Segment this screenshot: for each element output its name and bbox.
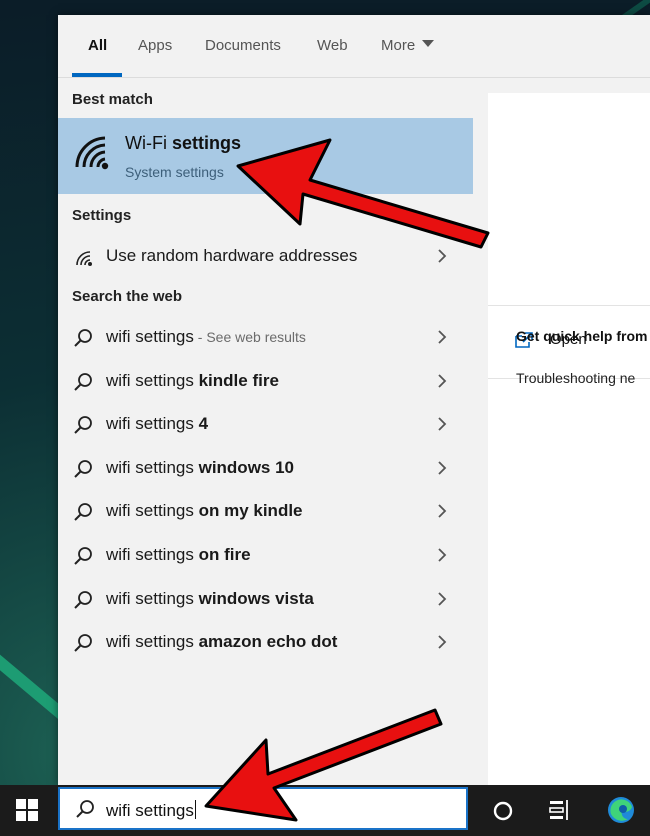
web-result-label: wifi settings windows 10 (106, 458, 294, 478)
chevron-right-icon (438, 461, 447, 475)
task-view-icon[interactable] (548, 799, 572, 821)
web-result-prefix: wifi settings (106, 414, 199, 434)
web-result-prefix: wifi settings (106, 501, 199, 521)
web-result-prefix: wifi settings (106, 370, 199, 390)
chevron-right-icon (438, 635, 447, 649)
preview-header (488, 93, 650, 306)
tab-documents[interactable]: Documents (205, 37, 281, 54)
section-search-web: Search the web (72, 288, 183, 305)
active-tab-indicator (72, 73, 122, 77)
search-panel: All Apps Documents Web More Best match W… (58, 15, 650, 785)
section-settings: Settings (72, 207, 132, 224)
web-result-item[interactable]: wifi settings - See web results (58, 316, 473, 359)
wifi-small-icon (76, 251, 92, 266)
settings-item-random-hardware[interactable]: Use random hardware addresses (58, 235, 473, 278)
chevron-right-icon (438, 504, 447, 519)
web-result-item[interactable]: wifi settings windows vista (58, 578, 473, 621)
section-best-match: Best match (72, 91, 153, 108)
web-result-label: wifi settings amazon echo dot (106, 632, 337, 652)
search-text: wifi settings (106, 801, 194, 820)
best-match-item[interactable]: Wi-Fi settings System settings (58, 118, 473, 194)
web-result-prefix: wifi settings (106, 327, 194, 346)
web-result-bold: on my kindle (198, 501, 303, 521)
web-result-bold: on fire (198, 545, 251, 564)
tab-more[interactable]: More (381, 37, 435, 54)
web-result-prefix: wifi settings (106, 632, 199, 652)
web-result-prefix: wifi settings (106, 545, 199, 564)
best-match-title: Wi-Fi settings (125, 133, 241, 154)
web-result-item[interactable]: wifi settings on my kindle (58, 490, 473, 533)
web-result-item[interactable]: wifi settings 4 (58, 403, 473, 446)
best-match-title-bold: settings (166, 133, 241, 153)
web-result-bold: windows vista (198, 588, 314, 608)
web-result-hint: - See web results (193, 329, 306, 345)
taskbar-search-input[interactable]: wifi settings (58, 787, 468, 830)
edge-browser-icon[interactable] (606, 795, 636, 825)
web-result-label: wifi settings kindle fire (106, 371, 279, 391)
chevron-right-icon (438, 249, 447, 263)
search-icon (74, 590, 92, 609)
search-icon (74, 372, 92, 391)
search-icon (76, 800, 94, 818)
tab-all[interactable]: All (88, 37, 107, 54)
tab-apps[interactable]: Apps (138, 37, 172, 54)
wifi-icon (75, 136, 109, 170)
quick-help-item[interactable]: Troubleshooting ne (516, 370, 635, 386)
web-result-prefix: wifi settings (106, 457, 199, 477)
settings-item-label: Use random hardware addresses (106, 246, 358, 265)
web-result-item[interactable]: wifi settings windows 10 (58, 447, 473, 490)
taskbar: wifi settings (0, 785, 650, 836)
web-result-item[interactable]: wifi settings amazon echo dot (58, 621, 473, 664)
web-result-label: wifi settings on my kindle (106, 501, 303, 521)
results-list: Best match Wi-Fi settings System setting… (58, 78, 473, 785)
web-result-item[interactable]: wifi settings on fire (58, 534, 473, 577)
quick-help-title: Get quick help from (516, 328, 648, 344)
search-icon (74, 547, 92, 565)
web-result-bold: kindle fire (198, 370, 279, 390)
tab-web[interactable]: Web (317, 37, 348, 54)
search-icon (74, 503, 92, 522)
web-result-item[interactable]: wifi settings kindle fire (58, 360, 473, 403)
web-result-bold: windows 10 (198, 457, 295, 477)
web-result-prefix: wifi settings (106, 588, 199, 608)
chevron-right-icon (438, 373, 447, 388)
chevron-right-icon (438, 417, 447, 431)
web-result-bold: 4 (198, 414, 209, 434)
chevron-down-icon (422, 40, 435, 47)
search-value: wifi settings (106, 800, 196, 821)
best-match-subtitle: System settings (125, 164, 224, 180)
web-result-label: wifi settings - See web results (106, 327, 306, 347)
search-icon (74, 459, 92, 478)
windows-start-icon[interactable] (16, 799, 38, 821)
search-icon (74, 634, 92, 652)
text-caret (194, 800, 196, 819)
web-result-label: wifi settings windows vista (106, 589, 314, 609)
best-match-title-prefix: Wi-Fi (125, 133, 167, 153)
chevron-right-icon (438, 330, 447, 344)
tab-more-label: More (381, 37, 416, 54)
preview-pane: Open Get quick help from Troubleshooting… (488, 93, 650, 785)
web-result-bold: amazon echo dot (198, 632, 338, 652)
chevron-right-icon (438, 548, 447, 562)
web-result-label: wifi settings 4 (106, 414, 208, 434)
web-result-label: wifi settings on fire (106, 545, 251, 565)
search-tabs: All Apps Documents Web More (58, 15, 650, 78)
search-icon (74, 416, 92, 434)
search-icon (74, 329, 92, 347)
chevron-right-icon (438, 591, 447, 606)
cortana-icon[interactable] (492, 800, 514, 822)
